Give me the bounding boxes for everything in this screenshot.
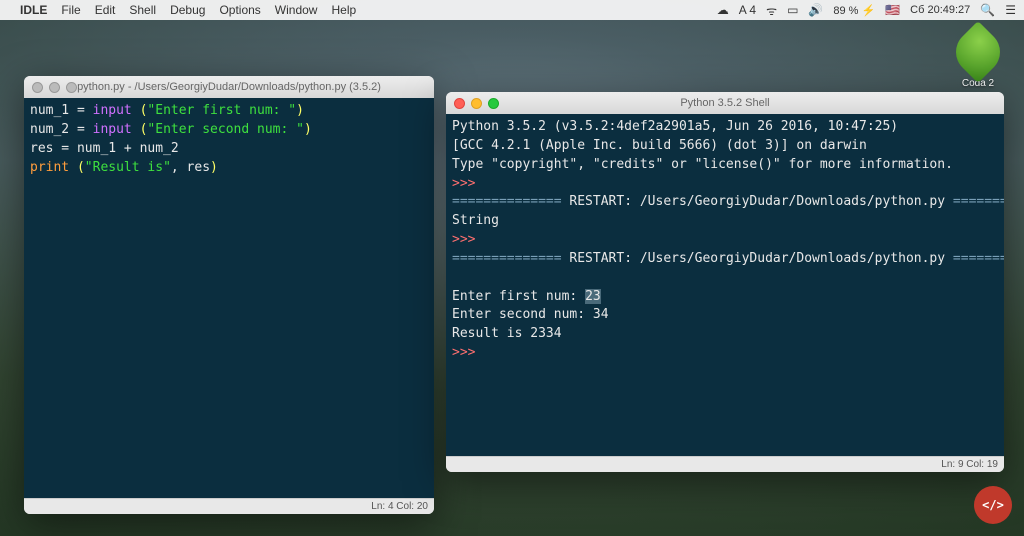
menu-shell[interactable]: Shell bbox=[129, 3, 156, 17]
menu-debug[interactable]: Debug bbox=[170, 3, 205, 17]
close-icon[interactable] bbox=[454, 98, 465, 109]
editor-status: Ln: 4 Col: 20 bbox=[24, 498, 434, 514]
menu-app-name[interactable]: IDLE bbox=[20, 3, 47, 17]
menu-file[interactable]: File bbox=[61, 3, 80, 17]
editor-window[interactable]: python.py - /Users/GeorgiyDudar/Download… bbox=[24, 76, 434, 514]
traffic-lights bbox=[32, 82, 77, 93]
shell-titlebar[interactable]: Python 3.5.2 Shell bbox=[446, 92, 1004, 114]
menu-help[interactable]: Help bbox=[331, 3, 356, 17]
traffic-lights bbox=[454, 98, 499, 109]
shell-body[interactable]: Python 3.5.2 (v3.5.2:4def2a2901a5, Jun 2… bbox=[446, 114, 1004, 456]
shell-window[interactable]: Python 3.5.2 Shell Python 3.5.2 (v3.5.2:… bbox=[446, 92, 1004, 472]
flag-icon[interactable]: 🇺🇸 bbox=[885, 3, 900, 17]
menu-edit[interactable]: Edit bbox=[95, 3, 116, 17]
display-icon[interactable]: ▭ bbox=[787, 3, 798, 17]
menu-window[interactable]: Window bbox=[275, 3, 318, 17]
minimize-icon[interactable] bbox=[49, 82, 60, 93]
volume-icon[interactable]: 🔊 bbox=[808, 3, 823, 17]
shell-title: Python 3.5.2 Shell bbox=[446, 97, 1004, 109]
adobe-icon[interactable]: A 4 bbox=[739, 3, 756, 17]
zoom-icon[interactable] bbox=[66, 82, 77, 93]
menubar-right: ☁ A 4 ᯤ ▭ 🔊 89 % ⚡ 🇺🇸 Сб 20:49:27 🔍 ☰ bbox=[717, 2, 1016, 19]
desktop-icon-coda[interactable]: Coda 2 bbox=[950, 30, 1006, 89]
clock[interactable]: Сб 20:49:27 bbox=[910, 4, 970, 16]
shell-status: Ln: 9 Col: 19 bbox=[446, 456, 1004, 472]
spotlight-icon[interactable]: 🔍 bbox=[980, 3, 995, 17]
battery-percent[interactable]: 89 % ⚡ bbox=[833, 4, 875, 17]
close-icon[interactable] bbox=[32, 82, 43, 93]
editor-titlebar[interactable]: python.py - /Users/GeorgiyDudar/Download… bbox=[24, 76, 434, 98]
minimize-icon[interactable] bbox=[471, 98, 482, 109]
editor-title: python.py - /Users/GeorgiyDudar/Download… bbox=[24, 81, 434, 93]
leaf-icon bbox=[947, 21, 1009, 83]
cloud-icon[interactable]: ☁ bbox=[717, 3, 729, 17]
wifi-icon[interactable]: ᯤ bbox=[766, 2, 777, 19]
notification-center-icon[interactable]: ☰ bbox=[1005, 3, 1016, 17]
zoom-icon[interactable] bbox=[488, 98, 499, 109]
menu-options[interactable]: Options bbox=[219, 3, 260, 17]
editor-body[interactable]: num_1 = input ("Enter first num: ") num_… bbox=[24, 98, 434, 498]
menubar: IDLE File Edit Shell Debug Options Windo… bbox=[0, 0, 1024, 20]
watermark-badge: </> bbox=[974, 486, 1012, 524]
